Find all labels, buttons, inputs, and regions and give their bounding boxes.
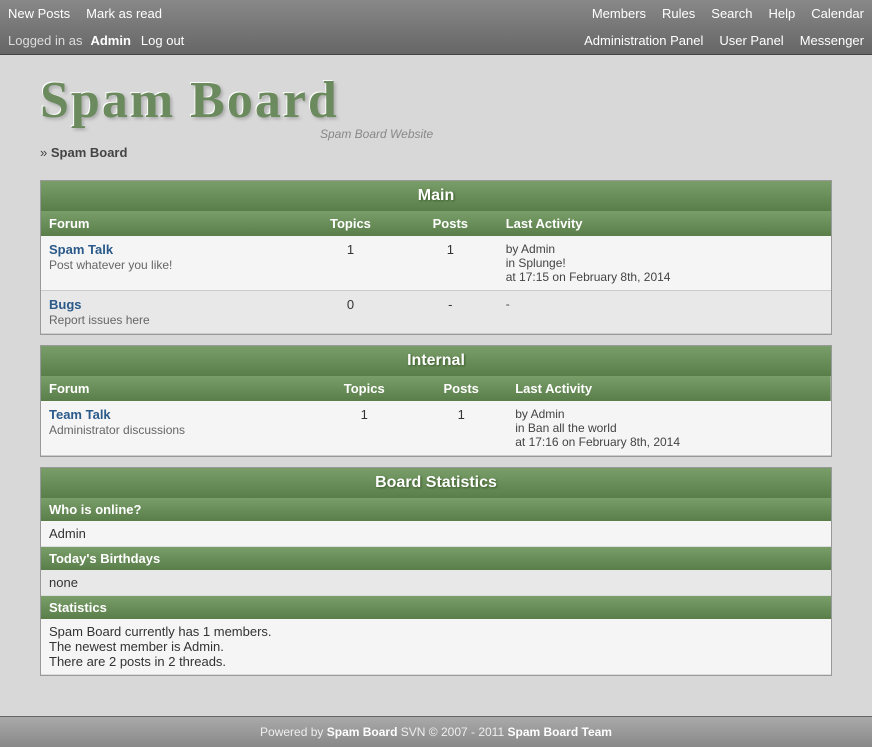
nav-right: Members Rules Search Help Calendar Admin… — [560, 0, 872, 54]
main-forum-section: Main Forum Topics Posts Last Activity Sp… — [40, 180, 832, 335]
forum-name-link[interactable]: Team Talk — [49, 407, 111, 422]
nav-left-row2: Logged in as Admin Log out — [0, 27, 208, 54]
logo-title: Spam Board — [40, 75, 460, 127]
col-forum: Forum — [41, 211, 298, 236]
mark-as-read-link[interactable]: Mark as read — [86, 6, 162, 21]
stats-header: Board Statistics — [41, 468, 831, 498]
logo-subtitle: Spam Board Website — [320, 127, 460, 141]
board-statistics-section: Board Statistics Who is online? Admin To… — [40, 467, 832, 676]
forum-desc: Report issues here — [49, 313, 150, 327]
col-posts-int: Posts — [415, 376, 507, 401]
admin-panel-link[interactable]: Administration Panel — [584, 33, 703, 48]
statistics-data: Spam Board currently has 1 members.The n… — [41, 619, 831, 675]
footer-powered-by: Powered by — [260, 725, 323, 739]
col-topics: Topics — [298, 211, 403, 236]
col-posts: Posts — [403, 211, 498, 236]
footer-app-link[interactable]: Spam Board — [327, 725, 398, 739]
col-last-activity-int: Last Activity — [507, 376, 831, 401]
forum-name-cell: Team Talk Administrator discussions — [41, 401, 313, 456]
internal-forum-section: Internal Forum Topics Posts Last Activit… — [40, 345, 832, 457]
rules-link[interactable]: Rules — [662, 6, 695, 21]
breadcrumb: » Spam Board — [40, 145, 127, 160]
breadcrumb-prefix: » — [40, 145, 47, 160]
footer: Powered by Spam Board SVN © 2007 - 2011 … — [0, 716, 872, 747]
birthdays-header: Today's Birthdays — [41, 547, 831, 570]
search-link[interactable]: Search — [711, 6, 752, 21]
new-posts-link[interactable]: New Posts — [8, 6, 70, 21]
breadcrumb-link[interactable]: Spam Board — [51, 145, 128, 160]
internal-table-header-row: Forum Topics Posts Last Activity — [41, 376, 831, 401]
forum-name-cell: Bugs Report issues here — [41, 291, 298, 334]
nav-left: New Posts Mark as read Logged in as Admi… — [0, 0, 208, 54]
members-link[interactable]: Members — [592, 6, 646, 21]
col-forum-int: Forum — [41, 376, 313, 401]
forum-posts: - — [403, 291, 498, 334]
main-table-header-row: Forum Topics Posts Last Activity — [41, 211, 831, 236]
nav-left-row1: New Posts Mark as read — [0, 0, 208, 27]
forum-topics: 1 — [298, 236, 403, 291]
logo-area: Spam Board Spam Board Website » Spam Boa… — [0, 55, 872, 170]
forum-name-link[interactable]: Bugs — [49, 297, 82, 312]
logged-in-text: Logged in as — [8, 33, 82, 48]
birthdays-data: none — [41, 570, 831, 596]
table-row: Bugs Report issues here 0 - - — [41, 291, 831, 334]
stats-line: Spam Board currently has 1 members. — [49, 624, 823, 639]
calendar-link[interactable]: Calendar — [811, 6, 864, 21]
stats-line: There are 2 posts in 2 threads. — [49, 654, 823, 669]
forum-topics: 1 — [313, 401, 415, 456]
main-section-header: Main — [41, 181, 831, 211]
table-row: Spam Talk Post whatever you like! 1 1 by… — [41, 236, 831, 291]
forum-last-activity: by Adminin Splunge!at 17:15 on February … — [498, 236, 831, 291]
forum-last-activity: by Adminin Ban all the worldat 17:16 on … — [507, 401, 831, 456]
stats-line: The newest member is Admin. — [49, 639, 823, 654]
user-panel-link[interactable]: User Panel — [719, 33, 783, 48]
col-last-activity: Last Activity — [498, 211, 831, 236]
forum-name-link[interactable]: Spam Talk — [49, 242, 113, 257]
forum-posts: 1 — [415, 401, 507, 456]
online-header: Who is online? — [41, 498, 831, 521]
internal-forum-table: Forum Topics Posts Last Activity Team Ta… — [41, 376, 831, 456]
nav-right-row1: Members Rules Search Help Calendar — [560, 0, 872, 27]
messenger-link[interactable]: Messenger — [800, 33, 864, 48]
main-forum-table: Forum Topics Posts Last Activity Spam Ta… — [41, 211, 831, 334]
top-navigation: New Posts Mark as read Logged in as Admi… — [0, 0, 872, 55]
main-wrapper: Spam Board Spam Board Website » Spam Boa… — [0, 55, 872, 716]
forum-posts: 1 — [403, 236, 498, 291]
logout-link[interactable]: Log out — [141, 33, 184, 48]
nav-right-row2: Administration Panel User Panel Messenge… — [560, 27, 872, 54]
forum-name-cell: Spam Talk Post whatever you like! — [41, 236, 298, 291]
admin-username-link[interactable]: Admin — [90, 33, 130, 48]
footer-team-link[interactable]: Spam Board Team — [507, 725, 611, 739]
forum-desc: Administrator discussions — [49, 423, 185, 437]
forum-desc: Post whatever you like! — [49, 258, 172, 272]
col-topics-int: Topics — [313, 376, 415, 401]
internal-section-header: Internal — [41, 346, 831, 376]
online-users: Admin — [41, 521, 831, 547]
forum-topics: 0 — [298, 291, 403, 334]
table-row: Team Talk Administrator discussions 1 1 … — [41, 401, 831, 456]
forum-last-activity: - — [498, 291, 831, 334]
footer-svn: SVN © 2007 - 2011 — [401, 725, 504, 739]
help-link[interactable]: Help — [768, 6, 795, 21]
statistics-header: Statistics — [41, 596, 831, 619]
